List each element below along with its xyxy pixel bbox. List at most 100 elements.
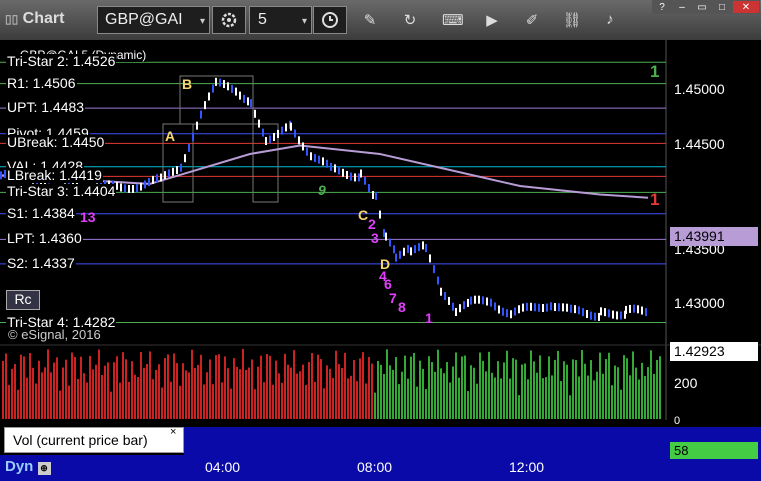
volume-bar (518, 395, 520, 419)
volume-bar (428, 356, 430, 419)
price-bar (290, 122, 292, 131)
volume-bar (419, 360, 421, 419)
volume-bar (383, 374, 385, 419)
volume-bar (317, 354, 319, 419)
volume-bar (656, 360, 658, 419)
price-bar (554, 303, 556, 312)
settings-button[interactable] (212, 6, 246, 34)
volume-bar (65, 359, 67, 419)
dynamic-label[interactable]: Dyn ⊕ (5, 458, 51, 475)
volume-bar (650, 350, 652, 419)
volume-bar (23, 356, 25, 419)
rc-button[interactable]: Rc (6, 290, 40, 310)
volume-bar (179, 385, 181, 419)
price-bar (641, 306, 643, 315)
price-bar (0, 171, 2, 180)
symbol-selector[interactable]: GBP@GAI ▾ (97, 6, 210, 34)
level-label-9: LPT: 1.4360 (6, 230, 83, 247)
edit-icon[interactable]: ✐ (522, 11, 542, 29)
price-bar (542, 303, 544, 312)
volume-bar (131, 361, 133, 419)
volume-bar (263, 382, 265, 419)
volume-bar (8, 385, 10, 419)
help-button[interactable]: ? (652, 0, 672, 14)
price-bar (298, 136, 300, 145)
volume-bar (38, 360, 40, 419)
link-icon[interactable]: ⛓ (562, 11, 582, 29)
volume-study-close-button[interactable]: × (170, 426, 176, 438)
price-bar (422, 241, 424, 250)
price-bar (467, 298, 469, 307)
volume-bar (194, 367, 196, 419)
volume-bar (344, 352, 346, 419)
volume-bar (80, 356, 82, 419)
volume-bar (326, 365, 328, 419)
volume-bar (83, 373, 85, 419)
volume-bar (581, 350, 583, 419)
volume-bar (170, 381, 172, 419)
volume-bar (107, 362, 109, 419)
price-bar (262, 128, 264, 137)
volume-bar (551, 375, 553, 419)
price-bar (164, 171, 166, 180)
refresh-icon[interactable]: ↻ (400, 11, 420, 29)
volume-bar (647, 367, 649, 419)
time-button[interactable] (313, 6, 347, 34)
price-bar (393, 245, 395, 254)
volume-bar (500, 378, 502, 419)
play-icon[interactable]: ▶ (482, 11, 502, 29)
price-bar (403, 247, 405, 256)
volume-bar (176, 363, 178, 419)
price-bar (612, 310, 614, 319)
price-tick-1: 1.45000 (674, 81, 725, 97)
marker-3: 3 (371, 230, 379, 246)
chart-area[interactable]: GBP@GAI 5 (Dynamic) Tri-Star 2: 1.4526R1… (0, 40, 761, 481)
volume-bar (143, 367, 145, 419)
volume-bar (281, 382, 283, 419)
price-bar (156, 174, 158, 183)
volume-bar (233, 358, 235, 419)
volume-bar (248, 367, 250, 419)
volume-bar (17, 389, 19, 419)
marker-c: C (358, 207, 369, 223)
volume-bar (389, 365, 391, 419)
volume-bar (458, 377, 460, 419)
marker-9: 9 (318, 182, 326, 198)
volume-tick-200: 200 (674, 375, 698, 391)
marker-red-1: 1 (650, 190, 660, 209)
volume-bar (224, 356, 226, 419)
minimize-button[interactable]: – (672, 0, 692, 14)
price-bar (440, 287, 442, 296)
price-bar (452, 302, 454, 311)
volume-bar (68, 385, 70, 419)
volume-bar (365, 383, 367, 419)
price-bar (372, 190, 374, 199)
price-bar (346, 170, 348, 179)
volume-bar (140, 352, 142, 419)
volume-bar (440, 368, 442, 419)
price-bar (629, 304, 631, 313)
volume-bar (569, 395, 571, 419)
maximize-button[interactable]: □ (712, 0, 732, 14)
chevron-down-icon: ▾ (301, 16, 307, 27)
volume-bar (137, 376, 139, 419)
pencil-icon[interactable]: ✎ (360, 11, 380, 29)
volume-bar (98, 349, 100, 419)
volume-bar (152, 379, 154, 419)
price-bar (277, 129, 279, 138)
close-window-button[interactable]: ✕ (732, 0, 760, 14)
price-bar (330, 162, 332, 171)
restore-button[interactable]: ▭ (692, 0, 712, 14)
volume-bar (341, 367, 343, 419)
keyboard-icon[interactable]: ⌨ (442, 11, 464, 29)
volume-bar (425, 389, 427, 419)
price-bar (574, 305, 576, 314)
volume-bar (638, 379, 640, 419)
chart-icon: ▯▯ (5, 12, 19, 26)
price-bar (184, 154, 186, 163)
bell-icon[interactable]: ♪ (600, 11, 620, 29)
volume-bar (404, 355, 406, 419)
interval-selector[interactable]: 5 ▾ (249, 6, 312, 34)
volume-study-tab[interactable]: Vol (current price bar) (4, 427, 184, 453)
volume-bar (575, 360, 577, 419)
